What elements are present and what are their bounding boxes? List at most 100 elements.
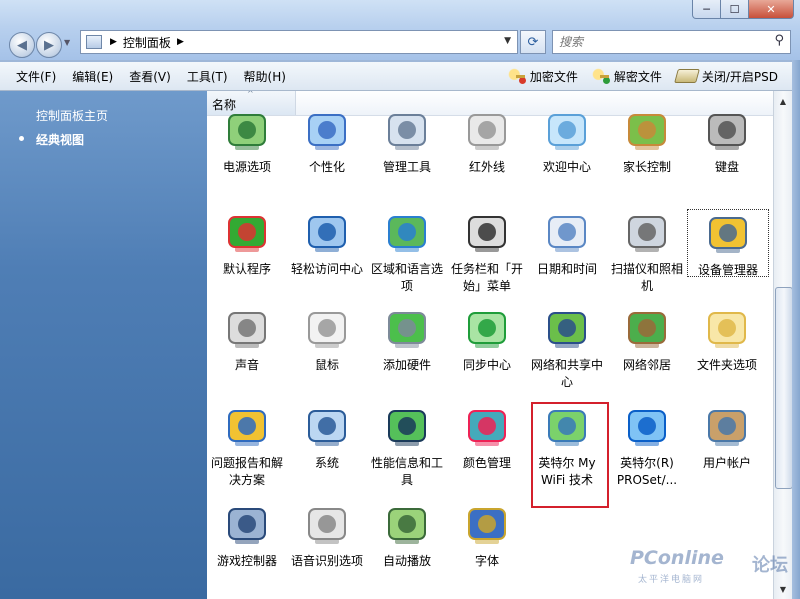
maximize-button[interactable]: ☐ — [720, 0, 749, 19]
encrypt-file-button[interactable]: 加密文件 — [507, 68, 578, 85]
control-panel-item-label: 用户帐户 — [702, 456, 751, 470]
window-frame — [792, 60, 800, 599]
control-panel-item[interactable]: 电源选项 — [207, 107, 287, 176]
control-panel-item[interactable]: 自动播放 — [367, 501, 447, 570]
sync-center-icon — [463, 305, 511, 353]
control-panel-item[interactable]: 默认程序 — [207, 209, 287, 278]
control-panel-icon — [86, 35, 102, 49]
classic-view-link[interactable]: 经典视图 — [36, 131, 84, 148]
refresh-icon: ⟳ — [527, 34, 539, 50]
control-panel-item[interactable]: 系统 — [287, 403, 367, 472]
control-panel-item[interactable]: 红外线 — [447, 107, 527, 176]
vertical-scrollbar[interactable]: ▲ ▼ — [773, 91, 793, 599]
close-button[interactable]: ✕ — [748, 0, 794, 19]
menu-help[interactable]: 帮助(H) — [236, 68, 294, 85]
highlight-box — [531, 402, 609, 508]
watermark-side: 论坛 — [752, 555, 788, 576]
breadcrumb-control-panel[interactable]: 控制面板 — [123, 34, 171, 51]
control-panel-item[interactable]: 语音识别选项 — [287, 501, 367, 570]
control-panel-item-label: 区域和语言选项 — [370, 262, 443, 293]
control-panel-item[interactable]: 同步中心 — [447, 305, 527, 374]
control-panel-item[interactable]: 字体 — [447, 501, 527, 570]
scroll-up-icon[interactable]: ▲ — [775, 93, 791, 109]
menu-tools[interactable]: 工具(T) — [179, 68, 236, 85]
control-panel-item-label: 游戏控制器 — [216, 554, 277, 568]
control-panel-item-label: 管理工具 — [382, 160, 431, 174]
game-controllers-icon — [223, 501, 271, 549]
control-panel-item-label: 问题报告和解决方案 — [210, 456, 283, 487]
minimize-button[interactable]: ─ — [692, 0, 721, 19]
recent-pages-chevron-icon[interactable]: ▼ — [64, 38, 70, 47]
control-panel-item-label: 语音识别选项 — [290, 554, 363, 568]
control-panel-item-label: 字体 — [474, 554, 499, 568]
close-icon: ✕ — [766, 2, 776, 16]
control-panel-item[interactable]: 问题报告和解决方案 — [207, 403, 287, 489]
control-panel-item[interactable]: 文件夹选项 — [687, 305, 767, 374]
breadcrumb-chevron-icon[interactable]: ▶ — [177, 37, 184, 47]
network-places-icon — [623, 305, 671, 353]
control-panel-item-label: 自动播放 — [382, 554, 431, 568]
problem-reports-icon — [223, 403, 271, 451]
control-panel-item-label: 轻松访问中心 — [290, 262, 363, 276]
menu-edit[interactable]: 编辑(E) — [64, 68, 121, 85]
date-time-icon — [543, 209, 591, 257]
control-panel-item[interactable]: 管理工具 — [367, 107, 447, 176]
default-programs-icon — [223, 209, 271, 257]
control-panel-item[interactable]: 性能信息和工具 — [367, 403, 447, 489]
forward-button[interactable]: ▶ — [36, 32, 62, 58]
network-sharing-icon — [543, 305, 591, 353]
control-panel-item[interactable]: 扫描仪和照相机 — [607, 209, 687, 295]
control-panel-item[interactable]: 家长控制 — [607, 107, 687, 176]
control-panel-item-label: 电源选项 — [222, 160, 271, 174]
control-panel-item[interactable]: 设备管理器 — [687, 209, 769, 277]
refresh-button[interactable]: ⟳ — [520, 30, 546, 54]
psd-toggle-button[interactable]: 关闭/开启PSD — [673, 68, 778, 85]
control-panel-item[interactable]: 键盘 — [687, 107, 767, 176]
color-management-icon — [463, 403, 511, 451]
control-panel-item[interactable]: 任务栏和「开始」菜单 — [447, 209, 527, 295]
title-bar: ─ ☐ ✕ ◀ ▶ ▼ ▶ 控制面板 ▶ ▼ ⟳ ⚲ — [0, 0, 800, 60]
address-bar[interactable]: ▶ 控制面板 ▶ ▼ — [80, 30, 518, 54]
control-panel-item[interactable]: 鼠标 — [287, 305, 367, 374]
menu-view[interactable]: 查看(V) — [121, 68, 179, 85]
control-panel-item-label: 扫描仪和照相机 — [610, 262, 683, 293]
decrypt-file-button[interactable]: 解密文件 — [591, 68, 662, 85]
control-panel-item[interactable]: 日期和时间 — [527, 209, 607, 278]
control-panel-item[interactable]: 网络和共享中心 — [527, 305, 607, 391]
taskbar-start-icon — [463, 209, 511, 257]
search-icon[interactable]: ⚲ — [774, 33, 784, 48]
control-panel-item[interactable]: 轻松访问中心 — [287, 209, 367, 278]
sound-icon — [223, 305, 271, 353]
search-box[interactable]: ⚲ — [552, 30, 791, 54]
control-panel-item[interactable]: 游戏控制器 — [207, 501, 287, 570]
control-panel-item-label: 欢迎中心 — [542, 160, 591, 174]
breadcrumb-arrow-icon[interactable]: ▶ — [110, 37, 117, 47]
drive-icon — [673, 69, 700, 83]
menu-file[interactable]: 文件(F) — [0, 68, 64, 85]
control-panel-item[interactable]: 个性化 — [287, 107, 367, 176]
sort-ascending-icon: ^ — [247, 91, 254, 98]
bullet-icon — [19, 136, 24, 141]
maximize-icon: ☐ — [729, 2, 740, 16]
control-panel-item[interactable]: 欢迎中心 — [527, 107, 607, 176]
control-panel-item-label: 性能信息和工具 — [370, 456, 443, 487]
control-panel-item-label: 英特尔(R) PROSet/... — [616, 456, 678, 487]
control-panel-item[interactable]: 添加硬件 — [367, 305, 447, 374]
control-panel-item[interactable]: 用户帐户 — [687, 403, 767, 472]
control-panel-home-link[interactable]: 控制面板主页 — [36, 107, 108, 124]
ease-of-access-icon — [303, 209, 351, 257]
window-controls: ─ ☐ ✕ — [692, 0, 794, 19]
scroll-thumb[interactable] — [775, 287, 793, 489]
autoplay-icon — [383, 501, 431, 549]
encrypt-key-icon — [507, 68, 526, 84]
control-panel-item[interactable]: 区域和语言选项 — [367, 209, 447, 295]
back-button[interactable]: ◀ — [9, 32, 35, 58]
add-hardware-icon — [383, 305, 431, 353]
address-dropdown-icon[interactable]: ▼ — [504, 36, 511, 46]
search-input[interactable] — [557, 34, 761, 50]
control-panel-item[interactable]: 颜色管理 — [447, 403, 527, 472]
performance-icon — [383, 403, 431, 451]
control-panel-item[interactable]: 声音 — [207, 305, 287, 374]
control-panel-item[interactable]: 网络邻居 — [607, 305, 687, 374]
control-panel-item[interactable]: 英特尔(R) PROSet/... — [607, 403, 687, 489]
